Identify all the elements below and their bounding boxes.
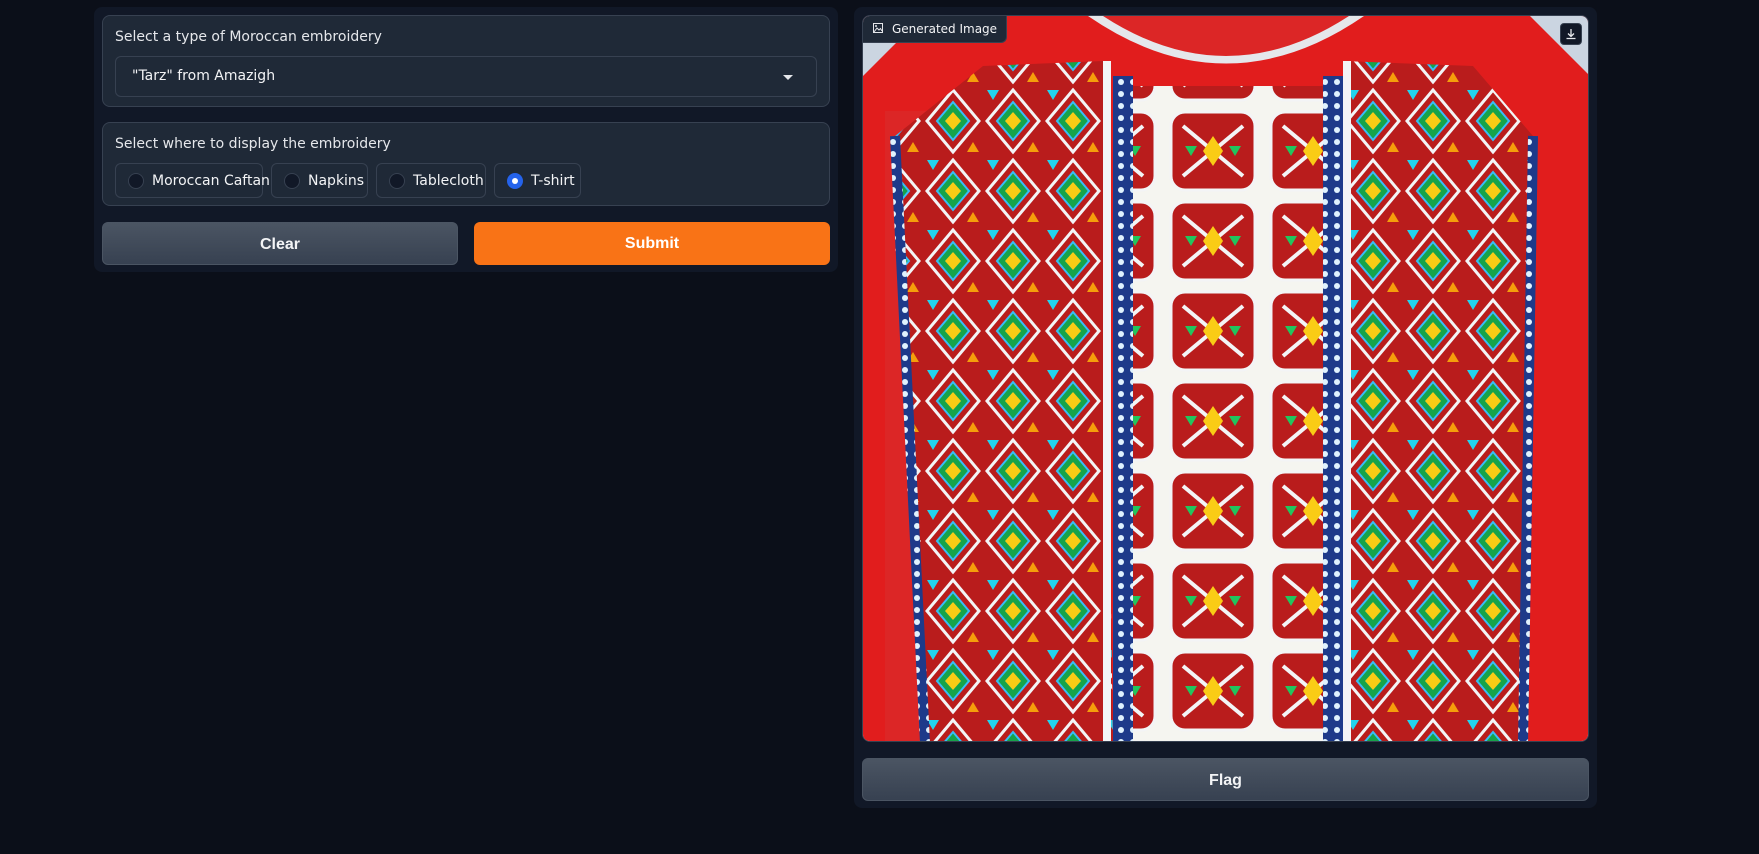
chevron-down-icon <box>783 75 793 80</box>
embroidery-type-select[interactable]: "Tarz" from Amazigh <box>115 56 817 97</box>
clear-button[interactable]: Clear <box>102 222 458 265</box>
radio-button[interactable] <box>389 173 405 189</box>
radio-option-moroccan-caftan[interactable]: Moroccan Caftan <box>115 163 270 198</box>
image-icon <box>873 16 883 43</box>
embroidery-type-selected-value: "Tarz" from Amazigh <box>132 68 276 84</box>
radio-option-t-shirt[interactable]: T-shirt <box>494 163 581 198</box>
output-panel: Generated Image Flag <box>854 7 1597 808</box>
radio-button[interactable] <box>284 173 300 189</box>
radio-button[interactable] <box>128 173 144 189</box>
radio-option-label: Moroccan Caftan <box>152 173 270 189</box>
generated-embroidery-image <box>863 16 1588 741</box>
embroidery-type-dropdown-block: Select a type of Moroccan embroidery "Ta… <box>102 15 830 107</box>
generated-image-label: Generated Image <box>863 16 1008 43</box>
radio-option-tablecloth[interactable]: Tablecloth <box>376 163 486 198</box>
embroidery-type-label: Select a type of Moroccan embroidery <box>115 29 382 45</box>
display-location-label: Select where to display the embroidery <box>115 136 391 152</box>
download-button[interactable] <box>1560 23 1582 45</box>
flag-button[interactable]: Flag <box>862 758 1589 801</box>
radio-option-label: T-shirt <box>531 173 575 189</box>
radio-option-label: Tablecloth <box>413 173 484 189</box>
generated-image-label-text: Generated Image <box>892 22 998 36</box>
radio-option-label: Napkins <box>308 173 365 189</box>
radio-option-napkins[interactable]: Napkins <box>271 163 368 198</box>
input-panel: Select a type of Moroccan embroidery "Ta… <box>94 7 838 272</box>
generated-image-block: Generated Image <box>862 15 1589 742</box>
submit-button[interactable]: Submit <box>474 222 830 265</box>
download-icon <box>1566 29 1576 40</box>
display-location-radio-block: Select where to display the embroidery M… <box>102 122 830 206</box>
radio-button-checked[interactable] <box>507 173 523 189</box>
